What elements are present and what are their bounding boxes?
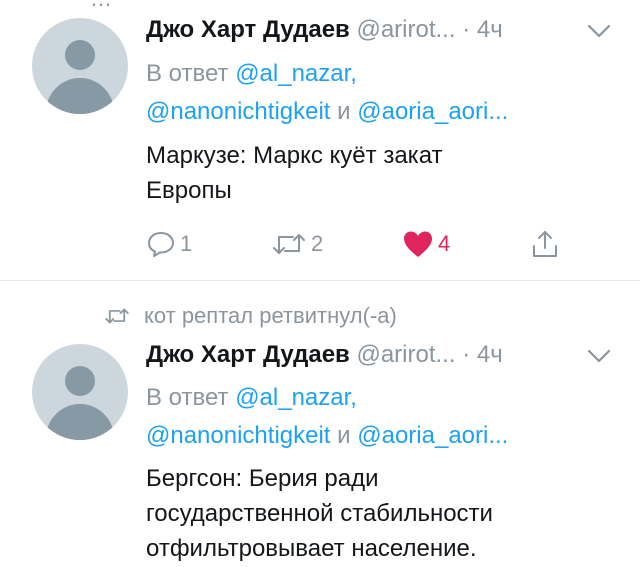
- previous-tweet-clipped-text: …: [90, 0, 112, 10]
- author-handle[interactable]: @arirot...: [356, 341, 455, 368]
- reply-prefix: В ответ: [146, 60, 229, 87]
- tweet-text-line: Маркузе: Маркс куёт закат: [146, 142, 443, 169]
- reply-to-line: @nanonichtigkeit и @aoria_aori...: [146, 418, 508, 454]
- retweet-arrows-icon: [273, 234, 305, 254]
- reply-to-line: @nanonichtigkeit и @aoria_aori...: [146, 94, 508, 130]
- retweet-context[interactable]: кот рептал ретвитнул(-а): [104, 301, 397, 331]
- tweet-text: Бергсон: Берия ради государственной стаб…: [146, 461, 616, 566]
- tweet-header: Джо Харт Дудаев @arirot... · 4ч: [146, 16, 626, 50]
- reply-conjunction: и: [337, 422, 351, 449]
- tweet-text: Маркузе: Маркс куёт закат Европы: [146, 138, 616, 208]
- avatar-head-shape: [65, 366, 95, 396]
- tweet-time[interactable]: · 4ч: [462, 16, 503, 43]
- author-name[interactable]: Джо Харт Дудаев: [146, 341, 350, 368]
- mention-link[interactable]: @al_nazar,: [235, 384, 357, 411]
- like-button[interactable]: 4: [402, 227, 450, 261]
- avatar-body-shape: [46, 404, 114, 440]
- author-handle[interactable]: @arirot...: [356, 16, 455, 43]
- chevron-down-icon[interactable]: [586, 347, 612, 365]
- reply-conjunction: и: [337, 98, 351, 125]
- previous-tweet-edge: …: [0, 0, 640, 10]
- retweet-context-label: кот рептал ретвитнул(-а): [144, 303, 397, 328]
- tweet-header: Джо Харт Дудаев @arirot... · 4ч: [146, 341, 626, 375]
- reply-prefix: В ответ: [146, 384, 229, 411]
- reply-button[interactable]: 1: [146, 227, 192, 261]
- like-count: 4: [438, 231, 451, 256]
- avatar-head-shape: [65, 40, 95, 70]
- avatar[interactable]: [32, 344, 128, 440]
- author-name[interactable]: Джо Харт Дудаев: [146, 16, 350, 43]
- tweet-time[interactable]: · 4ч: [462, 341, 503, 368]
- tweet-actions: 1 2 4: [146, 227, 586, 261]
- mention-link[interactable]: @nanonichtigkeit: [146, 98, 330, 125]
- tweet-text-line: Европы: [146, 177, 232, 204]
- avatar[interactable]: [32, 18, 128, 114]
- mention-link[interactable]: @aoria_aori...: [357, 98, 508, 125]
- retweet-count: 2: [311, 231, 324, 256]
- retweet-button[interactable]: 2: [271, 227, 323, 261]
- share-button[interactable]: [530, 227, 560, 261]
- speech-bubble-icon: [148, 232, 174, 257]
- mention-link[interactable]: @nanonichtigkeit: [146, 422, 330, 449]
- tweet-text-line: отфильтровывает население.: [146, 535, 477, 562]
- tweet-divider: [0, 280, 640, 281]
- heart-icon: [404, 231, 432, 257]
- avatar-body-shape: [46, 78, 114, 114]
- tweet-text-line: Бергсон: Берия ради: [146, 465, 379, 492]
- reply-to-line: В ответ @al_nazar,: [146, 380, 357, 416]
- mention-link[interactable]: @aoria_aori...: [357, 422, 508, 449]
- retweet-arrows-icon: [105, 308, 129, 324]
- share-upload-icon: [533, 231, 557, 257]
- reply-to-line: В ответ @al_nazar,: [146, 56, 357, 92]
- tweet-text-line: государственной стабильности: [146, 500, 493, 527]
- mention-link[interactable]: @al_nazar,: [235, 60, 357, 87]
- chevron-down-icon[interactable]: [586, 22, 612, 40]
- reply-count: 1: [180, 231, 193, 256]
